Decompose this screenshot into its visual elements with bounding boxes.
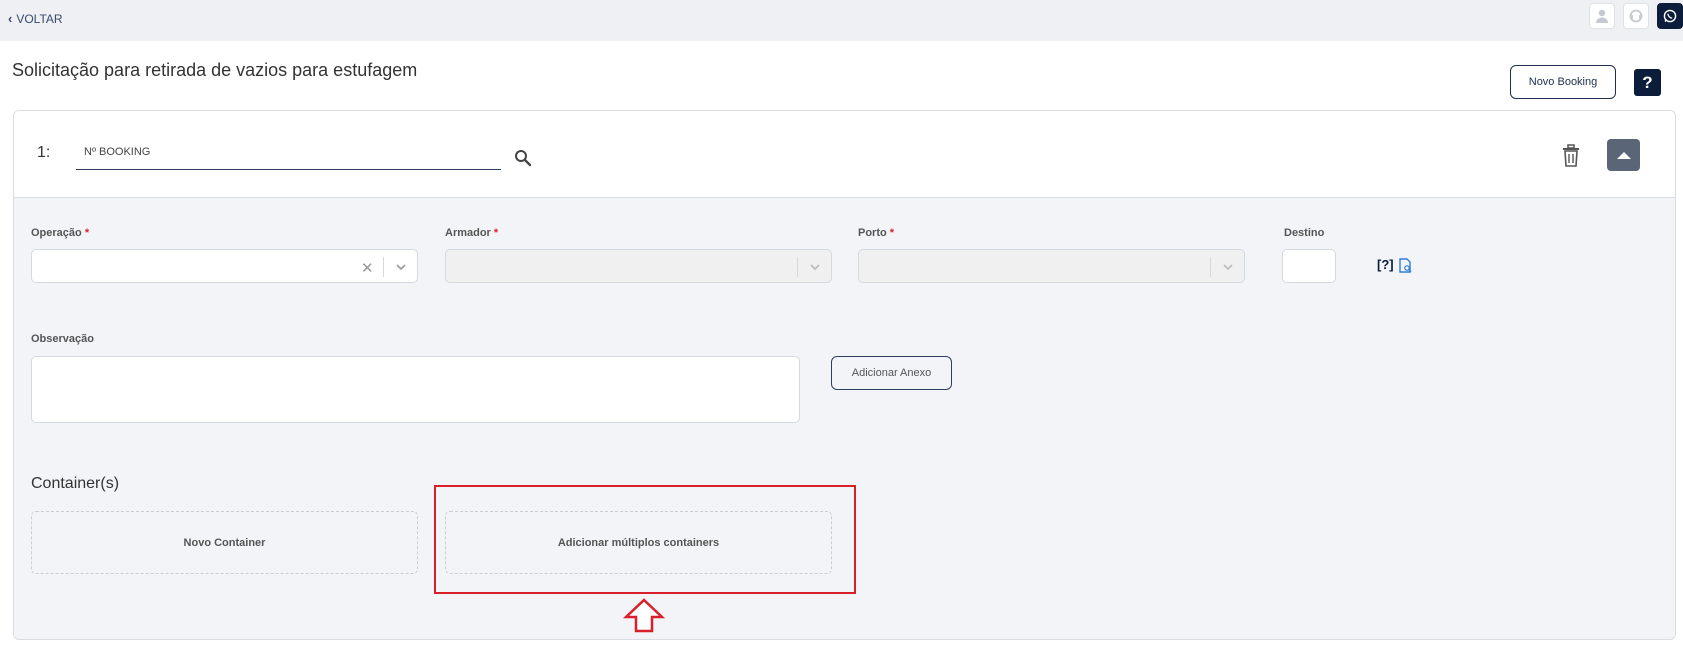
clear-icon[interactable]: ✕ (361, 259, 374, 277)
select-separator (797, 257, 798, 277)
back-label: VOLTAR (16, 11, 63, 26)
containers-section-title: Container(s) (31, 475, 120, 492)
chevron-down-icon (810, 264, 820, 271)
booking-input-placeholder: Nº BOOKING (84, 146, 151, 158)
porto-select[interactable] (858, 249, 1245, 283)
new-container-button[interactable]: Novo Container (31, 511, 418, 574)
support-icon[interactable] (1623, 3, 1649, 29)
chevron-down-icon (396, 264, 406, 271)
select-separator (383, 257, 384, 277)
page-title: Solicitação para retirada de vazios para… (12, 60, 418, 80)
chevron-left-icon: ‹ (8, 11, 13, 26)
top-bar: ‹ VOLTAR (0, 0, 1683, 41)
observacao-textarea[interactable] (31, 356, 800, 423)
trash-icon[interactable] (1560, 144, 1582, 168)
back-link[interactable]: ‹ VOLTAR (8, 11, 63, 26)
new-booking-button[interactable]: Novo Booking (1510, 65, 1616, 99)
top-icons (1589, 3, 1683, 29)
user-icon[interactable] (1589, 3, 1615, 29)
observacao-label: Observação (31, 333, 94, 345)
armador-select[interactable] (445, 249, 832, 283)
add-attachment-button[interactable]: Adicionar Anexo (831, 356, 952, 390)
collapse-button[interactable] (1607, 139, 1640, 171)
booking-number-input[interactable]: Nº BOOKING (76, 139, 501, 170)
destino-input[interactable] (1282, 249, 1336, 283)
booking-panel-header: 1: Nº BOOKING (14, 111, 1675, 198)
whatsapp-icon[interactable] (1657, 3, 1683, 29)
select-separator (1210, 257, 1211, 277)
porto-label: Porto * (858, 227, 895, 239)
caret-up-icon (1616, 151, 1631, 159)
destino-label: Destino (1284, 227, 1325, 239)
highlight-annotation (434, 485, 856, 594)
armador-label: Armador * (445, 227, 499, 239)
document-search-icon[interactable] (1399, 258, 1412, 273)
help-label: ? (1642, 72, 1653, 92)
new-container-label: Novo Container (183, 536, 266, 549)
help-button[interactable]: ? (1634, 69, 1661, 96)
operacao-label: Operação * (31, 227, 90, 239)
chevron-down-icon (1223, 264, 1233, 271)
operacao-select[interactable]: ✕ (31, 249, 418, 283)
destino-help-link[interactable]: [?] (1377, 257, 1394, 272)
arrow-up-annotation (623, 598, 665, 633)
booking-index: 1: (37, 144, 51, 161)
search-icon[interactable] (514, 149, 532, 167)
